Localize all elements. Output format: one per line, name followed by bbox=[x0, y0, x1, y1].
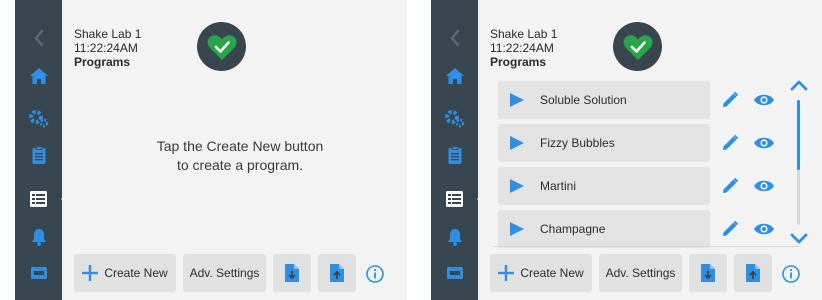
file-import-icon bbox=[285, 264, 299, 282]
program-row: Martini bbox=[498, 167, 798, 205]
list-divider bbox=[494, 246, 799, 247]
settings-icon bbox=[444, 110, 464, 128]
file-import-icon bbox=[701, 264, 715, 282]
programs-icon bbox=[30, 191, 47, 207]
create-new-label: Create New bbox=[520, 266, 584, 280]
program-tile[interactable]: Soluble Solution bbox=[498, 81, 710, 119]
empty-message-line-1: Tap the Create New button bbox=[156, 138, 324, 154]
status-badge[interactable] bbox=[197, 22, 246, 71]
play-icon bbox=[510, 93, 524, 107]
alarm-icon bbox=[447, 229, 462, 246]
settings-icon bbox=[28, 110, 48, 128]
program-name: Fizzy Bubbles bbox=[540, 136, 615, 150]
export-button[interactable] bbox=[734, 254, 772, 292]
nav-settings[interactable] bbox=[15, 100, 62, 136]
adv-settings-button[interactable]: Adv. Settings bbox=[183, 254, 266, 292]
active-nav-indicator bbox=[61, 192, 68, 206]
empty-state-message: Tap the Create New button to create a pr… bbox=[75, 137, 405, 175]
create-new-button[interactable]: Create New bbox=[74, 254, 176, 292]
file-export-icon bbox=[746, 264, 760, 282]
nav-programs[interactable] bbox=[15, 181, 62, 217]
programs-screen-list: Shake Lab 1 11:22:24AM Programs Soluble … bbox=[431, 0, 822, 300]
create-new-label: Create New bbox=[104, 266, 168, 280]
play-icon bbox=[510, 179, 524, 193]
sidebar bbox=[15, 0, 68, 300]
programs-screen-empty: Shake Lab 1 11:22:24AM Programs Tap the … bbox=[15, 0, 407, 300]
edit-pencil-icon[interactable] bbox=[721, 91, 739, 109]
edit-pencil-icon[interactable] bbox=[721, 220, 739, 238]
status-header: Shake Lab 1 11:22:24AM Programs bbox=[74, 27, 141, 69]
edit-pencil-icon[interactable] bbox=[721, 134, 739, 152]
nav-programs[interactable] bbox=[431, 181, 478, 217]
program-row: Soluble Solution bbox=[498, 81, 798, 119]
device-name: Shake Lab 1 bbox=[490, 27, 558, 41]
info-icon[interactable] bbox=[366, 265, 384, 283]
program-name: Champagne bbox=[540, 222, 606, 236]
plus-icon bbox=[498, 265, 515, 281]
nav-clipboard[interactable] bbox=[15, 137, 62, 173]
clipboard-icon bbox=[32, 146, 45, 164]
import-button[interactable] bbox=[689, 254, 727, 292]
sidebar bbox=[431, 0, 484, 300]
play-icon bbox=[510, 136, 524, 150]
chevron-down-icon[interactable] bbox=[790, 233, 808, 245]
device-name: Shake Lab 1 bbox=[74, 27, 142, 41]
page-title: Programs bbox=[490, 55, 547, 69]
program-tile[interactable]: Champagne bbox=[498, 210, 710, 248]
eye-icon[interactable] bbox=[753, 93, 775, 107]
adv-settings-label: Adv. Settings bbox=[605, 266, 676, 280]
nav-device[interactable] bbox=[15, 255, 62, 291]
eye-icon[interactable] bbox=[753, 136, 775, 150]
eye-icon[interactable] bbox=[753, 222, 775, 236]
back-icon bbox=[33, 30, 43, 46]
empty-message-line-2: to create a program. bbox=[176, 157, 304, 173]
edit-pencil-icon[interactable] bbox=[721, 177, 739, 195]
scrollbar-thumb[interactable] bbox=[797, 100, 800, 170]
eye-icon[interactable] bbox=[753, 179, 775, 193]
info-icon[interactable] bbox=[782, 265, 800, 283]
page-title: Programs bbox=[74, 55, 131, 69]
clipboard-icon bbox=[448, 146, 461, 164]
status-header: Shake Lab 1 11:22:24AM Programs bbox=[490, 27, 557, 69]
heart-check-icon bbox=[623, 34, 652, 60]
adv-settings-label: Adv. Settings bbox=[189, 266, 260, 280]
chevron-up-icon[interactable] bbox=[790, 79, 808, 91]
device-icon bbox=[446, 267, 463, 279]
nav-device[interactable] bbox=[431, 255, 478, 291]
program-tile[interactable]: Martini bbox=[498, 167, 710, 205]
program-row: Fizzy Bubbles bbox=[498, 124, 798, 162]
clock-time: 11:22:24AM bbox=[74, 41, 138, 55]
home-icon bbox=[445, 68, 464, 84]
create-new-button[interactable]: Create New bbox=[490, 254, 592, 292]
play-icon bbox=[510, 222, 524, 236]
nav-home[interactable] bbox=[15, 58, 62, 94]
back-button[interactable] bbox=[15, 20, 62, 56]
clock-time: 11:22:24AM bbox=[490, 41, 554, 55]
back-button[interactable] bbox=[431, 20, 478, 56]
export-button[interactable] bbox=[318, 254, 356, 292]
home-icon bbox=[29, 68, 48, 84]
nav-home[interactable] bbox=[431, 58, 478, 94]
nav-clipboard[interactable] bbox=[431, 137, 478, 173]
nav-alarm[interactable] bbox=[431, 219, 478, 255]
adv-settings-button[interactable]: Adv. Settings bbox=[599, 254, 682, 292]
program-row: Champagne bbox=[498, 210, 798, 248]
program-tile[interactable]: Fizzy Bubbles bbox=[498, 124, 710, 162]
heart-check-icon bbox=[207, 34, 236, 60]
programs-icon bbox=[446, 191, 463, 207]
nav-alarm[interactable] bbox=[15, 219, 62, 255]
status-badge[interactable] bbox=[613, 22, 662, 71]
plus-icon bbox=[82, 265, 99, 281]
nav-settings[interactable] bbox=[431, 100, 478, 136]
program-name: Martini bbox=[540, 179, 577, 193]
file-export-icon bbox=[330, 264, 344, 282]
device-icon bbox=[30, 267, 47, 279]
alarm-icon bbox=[31, 229, 46, 246]
program-name: Soluble Solution bbox=[540, 93, 627, 107]
active-nav-indicator bbox=[477, 192, 484, 206]
back-icon bbox=[449, 30, 459, 46]
import-button[interactable] bbox=[273, 254, 311, 292]
